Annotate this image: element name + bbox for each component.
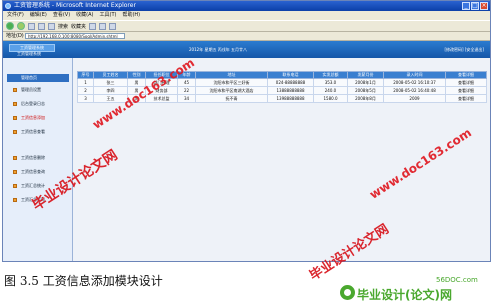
sidebar-item-label: 工资汇总统计 (21, 183, 45, 188)
refresh-icon[interactable] (38, 22, 45, 30)
col-header: 性别 (127, 71, 146, 79)
address-bar: 地址(D) http://192.168.0.100:8080/Sogl/Adm… (3, 32, 490, 41)
menu-help[interactable]: 帮助(H) (122, 11, 140, 20)
bullet-icon (13, 88, 17, 92)
col-header: 查看详细 (445, 71, 487, 79)
col-header: 地址 (195, 71, 268, 79)
sidebar-item-label: 工资信息查询 (21, 169, 45, 174)
stop-icon[interactable] (28, 22, 35, 30)
figure-caption: 图 3.5 工资信息添加模块设计 (4, 274, 163, 288)
bullet-icon (13, 184, 17, 188)
app-header: 工资管理系统 工资管理系统 2012年 星期五 丙戌年 五月廿八 [修改密码] … (3, 41, 490, 58)
sidebar-item-admin-settings[interactable]: 管理员设置 (9, 87, 69, 93)
browser-toolbar: 搜索 收藏夹 (3, 20, 490, 32)
search-button[interactable]: 搜索 (58, 23, 68, 30)
table-cell: 2008年1月 (347, 78, 384, 87)
favorites-button[interactable]: 收藏夹 (71, 23, 86, 30)
menu-bar: 文件(F) 编辑(E) 查看(V) 收藏(A) 工具(T) 帮助(H) (3, 11, 490, 20)
history-icon[interactable] (89, 22, 97, 30)
table-cell: 45 (177, 78, 196, 87)
table-cell: 2008年8月 (347, 94, 384, 103)
bullet-icon (13, 116, 17, 120)
col-header: 员工姓名 (93, 71, 128, 79)
back-icon[interactable] (6, 22, 14, 30)
bullet-icon (13, 102, 17, 106)
brand-logo-icon (340, 285, 355, 300)
table-cell: 抚不青 (195, 94, 268, 103)
table-cell: 13988888888 (267, 94, 314, 103)
table-cell: 1580.0 (313, 94, 348, 103)
table-cell: 353.0 (313, 78, 348, 87)
brand-name: 毕业设计(论文)网 (357, 288, 452, 302)
table-cell: 240.0 (313, 86, 348, 95)
view-detail-link[interactable]: 查看详细 (445, 94, 487, 103)
table-cell: 34 (177, 94, 196, 103)
window-title: 工资管理系统 - Microsoft Internet Explorer (14, 2, 136, 9)
menu-edit[interactable]: 编辑(E) (30, 11, 47, 20)
browser-screenshot: 工资管理系统 - Microsoft Internet Explorer _ □… (2, 0, 491, 262)
table-cell: 沈阳市和平区三好街 (195, 78, 268, 87)
table-cell: 2008-05-02 16:40:48 (383, 86, 446, 95)
bullet-icon (13, 198, 17, 202)
site-mark: 56DOC.com (436, 276, 478, 284)
menu-file[interactable]: 文件(F) (7, 11, 24, 20)
sidebar-item-label: 工资信息删除 (21, 155, 45, 160)
bullet-icon (13, 130, 17, 134)
forward-icon[interactable] (17, 22, 25, 30)
table-cell: 22 (177, 86, 196, 95)
table-cell: 3 (77, 94, 94, 103)
maximize-button[interactable]: □ (471, 2, 479, 10)
minimize-button[interactable]: _ (462, 2, 470, 10)
view-detail-link[interactable]: 查看详细 (445, 78, 487, 87)
view-detail-link[interactable]: 查看详细 (445, 86, 487, 95)
address-label: 地址(D) (6, 33, 24, 39)
col-header: 实发总额 (313, 71, 348, 79)
table-row: 1 张三 男 部门经理 45 沈阳市和平区三好街 024-88888888 35… (77, 78, 487, 87)
table-cell: 2008年5月 (347, 86, 384, 95)
col-header: 录入时间 (383, 71, 446, 79)
sidebar-item-label: 后台登录日志 (21, 101, 45, 106)
table-cell: 1 (77, 78, 94, 87)
window-titlebar: 工资管理系统 - Microsoft Internet Explorer _ □… (3, 1, 490, 11)
date-info: 2012年 星期五 丙戌年 五月廿八 (189, 47, 247, 52)
col-header: 联系电话 (267, 71, 314, 79)
table-cell: 2 (77, 86, 94, 95)
sidebar-item-salary-view[interactable]: 工资信息查看 (9, 129, 69, 135)
sidebar-item-salary-query[interactable]: 工资信息查询 (9, 169, 69, 175)
print-icon[interactable] (109, 22, 117, 30)
table-cell: 李四 (93, 86, 128, 95)
close-button[interactable]: × (480, 2, 488, 10)
sidebar-item-label: 管理员设置 (21, 87, 41, 92)
table-header-row: 序号 员工姓名 性别 担任职位 年龄 地址 联系电话 实发总额 发薪月份 录入时… (77, 71, 487, 79)
col-header: 发薪月份 (347, 71, 384, 79)
home-icon[interactable] (48, 22, 55, 30)
table-cell: 张三 (93, 78, 128, 87)
table-cell: 13888888888 (267, 86, 314, 95)
table-cell: 024-88888888 (267, 78, 314, 87)
bullet-icon (13, 156, 17, 160)
user-links[interactable]: [修改密码] [安全退出] (444, 47, 484, 53)
table-cell: 2009 (383, 94, 446, 103)
ie-icon (5, 3, 11, 9)
menu-view[interactable]: 查看(V) (53, 11, 70, 20)
menu-favorites[interactable]: 收藏(A) (76, 11, 93, 20)
mail-icon[interactable] (99, 22, 107, 30)
sidebar: 管理首页 管理员设置 后台登录日志 工资信息添加 工资信息查看 工资信息删除 工… (3, 58, 73, 261)
address-input[interactable]: http://192.168.0.100:8080/Sogl/Admin.sht… (25, 33, 125, 39)
app-subtitle: 工资管理系统 (17, 51, 41, 56)
sidebar-item-label: 工资信息添加 (21, 115, 45, 120)
sidebar-item-salary-delete[interactable]: 工资信息删除 (9, 155, 69, 161)
menu-tools[interactable]: 工具(T) (100, 11, 117, 20)
sidebar-header[interactable]: 管理首页 (7, 74, 69, 82)
sidebar-item-salary-add[interactable]: 工资信息添加 (9, 115, 69, 121)
col-header: 序号 (77, 71, 94, 79)
bullet-icon (13, 170, 17, 174)
table-cell: 2008-05-02 16:10:37 (383, 78, 446, 87)
sidebar-item-login-log[interactable]: 后台登录日志 (9, 101, 69, 107)
table-cell: 沈阳市和平区南湖大酒店 (195, 86, 268, 95)
sidebar-item-label: 工资信息查看 (21, 129, 45, 134)
